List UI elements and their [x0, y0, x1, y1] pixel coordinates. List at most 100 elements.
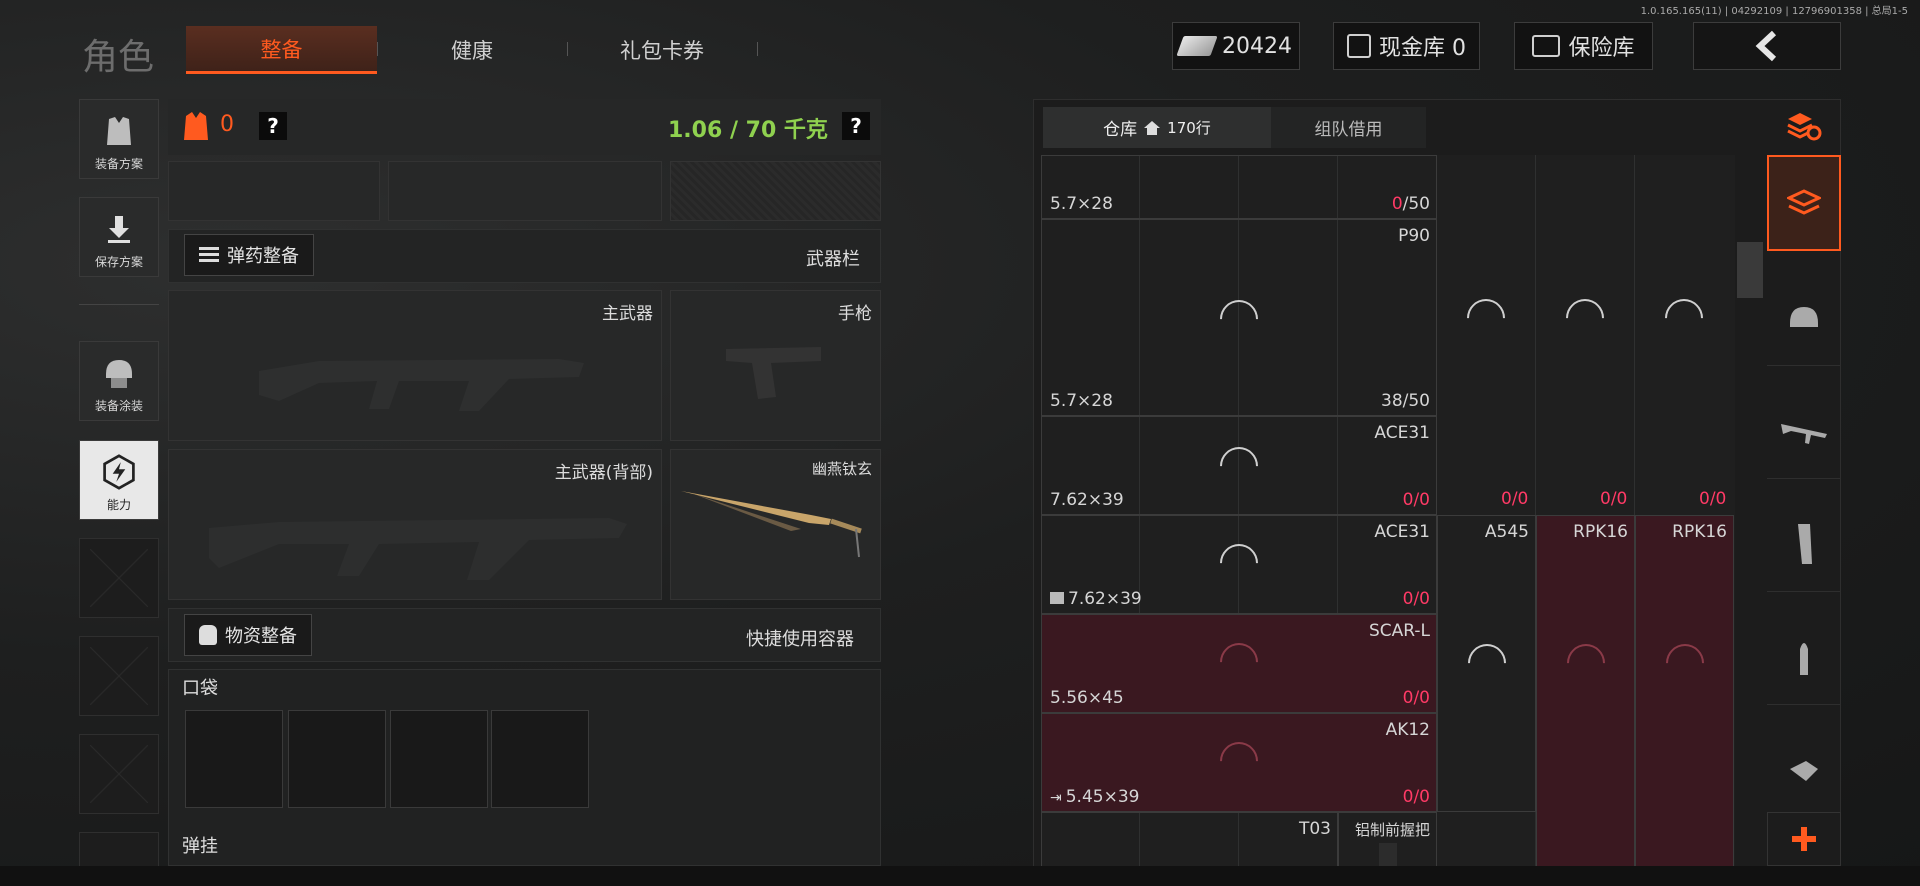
weapon-name: P90 [1398, 226, 1430, 246]
box-icon [1050, 592, 1064, 604]
pocket-slot[interactable] [390, 710, 488, 808]
sidebar-item-skins[interactable]: 装备涂装 [79, 341, 159, 421]
helmet-icon [101, 355, 137, 391]
primary-back-slot[interactable]: 主武器(背部) [168, 449, 662, 600]
tab-giftcards[interactable]: 礼包卡券 [567, 26, 757, 74]
ammo-caliber: 5.45×39 [1065, 787, 1140, 807]
cash-vault-button[interactable]: 现金库 0 [1333, 22, 1480, 70]
weapon-name: RPK16 [1672, 522, 1727, 542]
layers-icon [1787, 189, 1821, 215]
category-attachment[interactable] [1767, 722, 1841, 818]
tab-team-borrow[interactable]: 组队借用 [1271, 107, 1426, 148]
weight-help-button[interactable]: ? [842, 112, 870, 140]
ammo-capacity: /0 [1610, 489, 1628, 509]
sidebar-item-label: 能力 [106, 498, 131, 512]
sidebar-item-loadout[interactable]: 装备方案 [79, 99, 159, 179]
loading-icon [1558, 291, 1612, 345]
currency-display[interactable]: 20424 [1172, 22, 1300, 70]
pistol-silhouette-icon [726, 347, 821, 399]
page-title: 角色 [82, 37, 155, 78]
storage-item[interactable]: AK12 ⇥ 5.45×39 0/0 [1041, 713, 1437, 812]
loading-icon [1658, 636, 1712, 690]
pistol-label: 手枪 [838, 304, 872, 324]
storage-item[interactable]: P90 5.7×28 38/50 [1041, 219, 1437, 416]
armor-icon [182, 110, 210, 142]
storage-item[interactable]: ACE31 7.62×39 0/0 [1041, 416, 1437, 515]
back-button[interactable] [1693, 22, 1841, 70]
sidebar-item-label: 装备涂装 [94, 399, 143, 413]
export-icon: ⇥ [1050, 790, 1062, 806]
category-ammo[interactable] [1767, 609, 1841, 705]
storage-scrollbar[interactable] [1737, 242, 1763, 298]
knife-icon [681, 491, 862, 558]
storage-item[interactable]: A545 [1437, 515, 1536, 812]
safe-icon [1532, 35, 1561, 57]
category-helmet[interactable] [1767, 270, 1841, 366]
storage-item[interactable]: RPK16 [1635, 515, 1734, 886]
pocket-slot[interactable] [288, 710, 386, 808]
bag-icon [199, 625, 217, 645]
ammo-capacity: /0 [1413, 589, 1430, 609]
cash-icon [1176, 36, 1218, 56]
weapon-name: AK12 [1385, 720, 1430, 740]
loading-icon [1212, 292, 1266, 346]
weapon-name: ACE31 [1374, 423, 1430, 443]
lightning-icon [101, 454, 137, 490]
rifle-silhouette-icon [209, 518, 627, 580]
ammo-count: 0 [1391, 194, 1403, 214]
download-icon [101, 211, 137, 247]
primary-weapon-slot[interactable]: 主武器 [168, 290, 662, 441]
pocket-slot[interactable] [185, 710, 283, 808]
cash-vault-label: 现金库 0 [1379, 36, 1466, 61]
pocket-slot[interactable] [491, 710, 589, 808]
melee-slot[interactable]: 幽燕钛玄 [670, 449, 881, 600]
help-button[interactable]: ? [259, 112, 287, 140]
storage-item[interactable]: SCAR-L 5.56×45 0/0 [1041, 614, 1437, 713]
ammo-capacity: /50 [1402, 194, 1430, 214]
sidebar-divider [79, 304, 159, 305]
category-magazine[interactable] [1767, 496, 1841, 592]
storage-item[interactable]: RPK16 [1536, 515, 1635, 886]
rifle-silhouette-icon [259, 359, 584, 411]
primary-weapon-label: 主武器 [602, 304, 653, 324]
rig-label: 弹挂 [182, 836, 218, 857]
safe-button[interactable]: 保险库 [1514, 22, 1653, 70]
loading-icon [1212, 635, 1266, 689]
backpack-slot[interactable] [670, 161, 881, 221]
ammo-caliber: 7.62×39 [1068, 589, 1142, 609]
helmet-slot[interactable] [388, 161, 662, 221]
primary-back-label: 主武器(背部) [554, 463, 653, 483]
weapon-name: A545 [1484, 522, 1529, 542]
sidebar-item-save[interactable]: 保存方案 [79, 197, 159, 277]
tab-health[interactable]: 健康 [377, 26, 567, 74]
tab-equip[interactable]: 整备 [186, 26, 377, 74]
sort-button[interactable] [1767, 99, 1841, 153]
tab-divider [757, 42, 758, 56]
category-all[interactable] [1767, 155, 1841, 251]
pistol-slot[interactable]: 手枪 [670, 290, 881, 441]
ammo-icon [199, 247, 219, 263]
storage-item[interactable]: ACE31 7.62×39 0/0 [1041, 515, 1437, 614]
ammo-prep-button[interactable]: 弹药整备 [184, 234, 314, 276]
weapon-bar-label: 武器栏 [806, 249, 860, 270]
vault-icon [1347, 34, 1371, 58]
loading-icon [1657, 291, 1711, 345]
storage-item[interactable]: 5.7×28 0/50 [1041, 155, 1437, 219]
storage-grid: 5.7×28 0/50 P90 5.7×28 38/50 ACE31 7.62×… [1041, 155, 1735, 886]
category-rifle[interactable] [1767, 383, 1841, 479]
item-name: T03 [1298, 819, 1331, 839]
ammo-capacity: /0 [1511, 489, 1529, 509]
chevron-left-icon [1755, 30, 1777, 62]
ammo-capacity: /0 [1413, 787, 1430, 807]
supply-prep-button[interactable]: 物资整备 [184, 614, 312, 656]
loading-icon [1212, 734, 1266, 788]
warehouse-rows: 170行 [1167, 119, 1211, 137]
ammo-capacity: /0 [1413, 688, 1430, 708]
tab-warehouse[interactable]: 仓库 170行 [1043, 107, 1271, 148]
sidebar-item-abilities[interactable]: 能力 [79, 440, 159, 520]
tab-warehouse-label: 仓库 [1103, 120, 1138, 140]
empty-slot [79, 538, 159, 618]
quick-container-label: 快捷使用容器 [746, 629, 854, 650]
armor-slot[interactable] [168, 161, 380, 221]
add-button[interactable] [1767, 812, 1841, 866]
